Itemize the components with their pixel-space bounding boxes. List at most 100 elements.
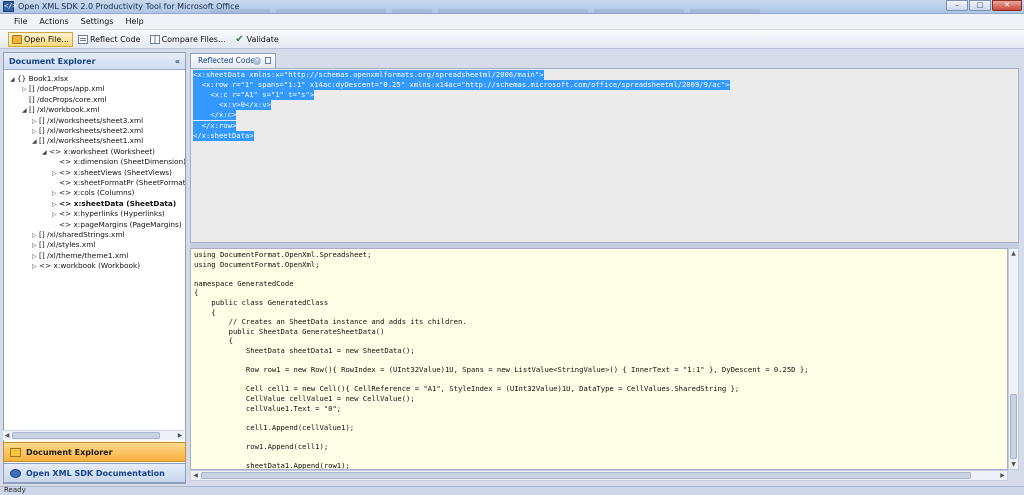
explorer-hscrollbar[interactable]: ◀ ▶ [3,430,184,440]
scroll-right-icon[interactable]: ▶ [176,431,184,440]
nav-document-explorer[interactable]: Document Explorer [3,442,186,462]
document-explorer-panel: Document Explorer « ◢{} Book1.xlsx ▷[] /d… [3,52,186,484]
tree-node[interactable]: [] /docProps/core.xml [22,95,107,105]
tree-node[interactable]: ▷[] /docProps/app.xml [22,84,105,94]
toolbar: Open File... Reflect Code Compare Files.… [0,30,1024,49]
tree-node-label: [] /xl/sharedStrings.xml [39,230,125,239]
document-tree: ◢{} Book1.xlsx ▷[] /docProps/app.xml[] /d… [4,71,185,481]
tree-node[interactable]: ▷ <> x:sheetViews (SheetViews) [52,168,172,178]
scroll-left-icon[interactable]: ◀ [191,471,200,480]
nav-sdk-documentation[interactable]: Open XML SDK Documentation [3,463,186,483]
menu-actions[interactable]: Actions [33,14,74,29]
xml-line: </x:c> [193,110,237,121]
reflect-code-label: Reflect Code [89,34,141,44]
code-line: { [194,288,199,298]
nav-sdk-documentation-label: Open XML SDK Documentation [26,469,165,478]
tree-toggle-icon[interactable]: ▷ [32,262,39,272]
reflect-icon [77,34,88,44]
tree-node[interactable]: ▷[] /xl/worksheets/sheet2.xml [32,126,143,136]
hscroll-thumb[interactable] [201,472,971,479]
tree-node[interactable]: ▷[] /xl/styles.xml [32,240,95,250]
compare-files-label: Compare Files... [161,34,226,44]
tree-node[interactable]: ▷ <> x:sheetData (SheetData) [52,199,176,209]
collapse-icon[interactable]: « [175,53,180,70]
xml-line: <x:v>0</x:v> [193,100,271,111]
tree-toggle-icon[interactable]: ◢ [10,75,17,85]
xml-line: </x:row> [193,120,237,131]
tree-toggle-icon[interactable]: ◢ [32,137,39,147]
code-view[interactable]: using DocumentFormat.OpenXml.Spreadsheet… [190,248,1008,470]
code-line: row1.Append(cell1); [194,442,329,451]
scroll-up-icon[interactable]: ▲ [1009,249,1018,258]
tree-node-label: <> x:sheetViews (SheetViews) [59,167,172,177]
code-line: Cell cell1 = new Cell(){ CellReference =… [194,384,740,394]
code-vscrollbar[interactable]: ▲ ▼ [1008,248,1019,470]
code-line: { [194,307,216,317]
tree-node[interactable]: ▷ <> x:cols (Columns) [52,188,134,198]
code-hscrollbar[interactable]: ◀ ▶ [190,470,1008,481]
scroll-thumb[interactable] [12,432,160,439]
tab-label: Reflected Code [198,56,255,65]
tree-node[interactable]: <> x:sheetFormatPr (SheetFormatPropertie… [52,178,185,188]
tree-node-label: <> x:worksheet (Worksheet) [49,146,156,156]
maximize-button[interactable]: □ [969,0,991,11]
tree-node[interactable]: ◢[] /xl/worksheets/sheet1.xml [32,136,143,146]
nav-document-explorer-label: Document Explorer [26,448,113,457]
code-line: using DocumentFormat.OpenXml; [194,259,320,269]
xml-line: <x:row r="1" spans="1:1" x14ac:dyDescent… [193,80,730,91]
xml-view[interactable]: <x:sheetData xmlns:x="http://schemas.ope… [190,68,1019,243]
status-text: Ready [4,486,26,494]
tree-node[interactable]: ▷[] /xl/worksheets/sheet3.xml [32,116,143,126]
tree-node-label: <> x:sheetData (SheetData) [59,198,177,208]
documentation-icon [10,469,21,478]
background-window-ghost [210,0,830,14]
code-line: public SheetData GenerateSheetData() [194,326,385,336]
tab-pin-icon[interactable] [265,57,271,64]
window-title: Open XML SDK 2.0 Productivity Tool for M… [18,2,240,11]
title-bar: </> Open XML SDK 2.0 Productivity Tool f… [0,0,1024,14]
close-button[interactable]: ✕ [992,0,1022,11]
scroll-down-icon[interactable]: ▼ [1009,460,1018,469]
tree-toggle-icon[interactable]: ◢ [42,148,49,158]
app-icon: </> [3,1,17,12]
tree-node[interactable]: ▷[] /xl/theme/theme1.xml [32,251,128,261]
explorer-icon [10,448,21,457]
tree-node[interactable]: <> x:dimension (SheetDimension) [52,157,185,167]
tab-strip: Reflected Code × [188,52,1021,68]
code-line: namespace GeneratedCode [194,278,294,288]
open-file-button[interactable]: Open File... [8,31,73,47]
tree-node[interactable]: ▷[] /xl/sharedStrings.xml [32,230,125,240]
tree-node[interactable]: ▷ <> x:workbook (Workbook) [32,261,140,271]
tree-node-label: {} Book1.xlsx [17,74,69,83]
scroll-left-icon[interactable]: ◀ [3,431,11,440]
tab-reflected-code[interactable]: Reflected Code × [190,53,276,68]
tree-node[interactable]: ◢ <> x:worksheet (Worksheet) [42,147,155,157]
tree-node[interactable]: ◢[] /xl/workbook.xml [22,105,100,115]
tab-close-icon[interactable]: × [253,57,261,65]
menu-bar: File Actions Settings Help [0,14,1024,30]
explorer-header: Document Explorer « [4,53,185,70]
tree-node-label: [] /docProps/core.xml [29,94,107,104]
validate-button[interactable]: ✔ Validate [231,32,283,47]
tree-toggle-icon[interactable]: ◢ [22,106,29,116]
tree-node[interactable]: <> x:pageMargins (PageMargins) [52,220,182,230]
tree-node[interactable]: ◢{} Book1.xlsx [10,74,68,84]
menu-help[interactable]: Help [119,14,149,29]
explorer-title: Document Explorer [9,57,96,66]
scroll-right-icon[interactable]: ▶ [998,471,1007,480]
minimize-button[interactable]: – [946,0,968,11]
menu-settings[interactable]: Settings [75,14,120,29]
tree-node-label: <> x:pageMargins (PageMargins) [59,219,182,229]
menu-file[interactable]: File [8,14,33,29]
open-file-label: Open File... [24,34,69,44]
xml-line: <x:c r="A1" s="1" t="s"> [193,90,315,101]
folder-icon [12,34,22,44]
tree-node[interactable]: ▷ <> x:hyperlinks (Hyperlinks) [52,209,165,219]
vscroll-thumb[interactable] [1010,394,1017,459]
code-line: // Creates an SheetData instance and add… [194,317,467,327]
code-line: cell1.Append(cellValue1); [194,422,355,432]
tree-node-label: <> x:dimension (SheetDimension) [59,157,185,167]
compare-files-button[interactable]: Compare Files... [146,32,230,47]
code-line: public class GeneratedClass [194,298,329,307]
reflect-code-button[interactable]: Reflect Code [74,32,145,47]
